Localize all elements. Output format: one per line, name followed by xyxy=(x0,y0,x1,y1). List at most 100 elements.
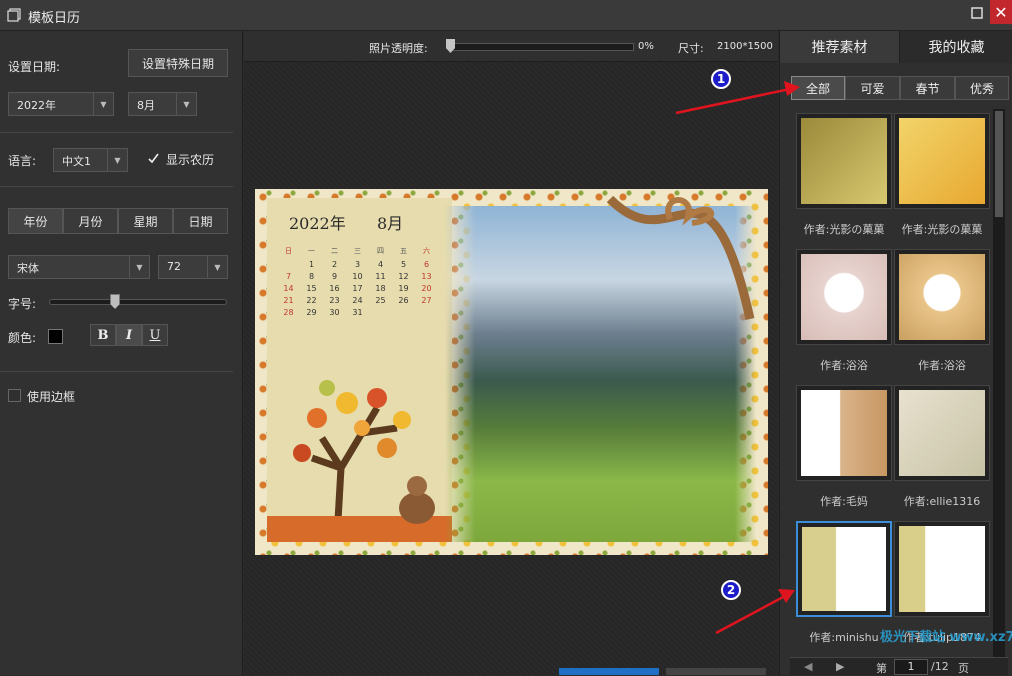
size-label: 字号: xyxy=(8,297,37,311)
special-date-button[interactable]: 设置特殊日期 xyxy=(128,49,228,77)
thumbnail-image xyxy=(801,254,887,340)
filter-cute[interactable]: 可爱 xyxy=(845,76,900,100)
preview-canvas[interactable]: 2022年 8月 日一二三四五六 1 2 3 4 5 6 7 8 9 10 11 12 13 14 15 16 1… xyxy=(244,62,778,675)
calendar-frame[interactable]: 2022年 8月 日一二三四五六 1 2 3 4 5 6 7 8 9 10 11 12 13 14 15 16 1… xyxy=(255,189,768,555)
app-icon xyxy=(7,8,21,22)
chevron-down-icon: ▼ xyxy=(129,256,149,278)
size-info-label: 尺寸: xyxy=(678,42,704,55)
calendar-year: 2022年 xyxy=(289,214,346,233)
border-checkbox[interactable] xyxy=(8,389,21,402)
calendar-day: 29 xyxy=(306,308,317,317)
template-thumbnail[interactable] xyxy=(796,249,892,345)
show-lunar-label: 显示农历 xyxy=(166,153,215,167)
thumbnail-author: 作者:浴浴 xyxy=(918,359,966,372)
template-thumbnail[interactable] xyxy=(894,113,990,209)
calendar-day: 16 xyxy=(329,284,340,293)
calendar-day: 25 xyxy=(375,296,386,305)
calendar-day: 10 xyxy=(352,272,363,281)
chevron-down-icon: ▼ xyxy=(107,149,127,171)
thumbnail-author: 作者:minishu xyxy=(809,631,879,644)
border-label: 使用边框 xyxy=(27,390,76,404)
size-slider-track[interactable] xyxy=(49,299,227,305)
language-value: 中文1 xyxy=(62,155,91,168)
pager-suffix: 页 xyxy=(958,662,969,675)
calendar-day: 3 xyxy=(354,260,361,269)
language-label: 语言: xyxy=(8,154,37,168)
calendar-day: 27 xyxy=(421,296,432,305)
filter-excellent[interactable]: 优秀 xyxy=(955,76,1009,100)
chevron-down-icon: ▼ xyxy=(93,93,113,115)
italic-button[interactable]: I xyxy=(116,324,142,346)
calendar-day: 14 xyxy=(283,284,294,293)
month-select[interactable]: 8月 ▼ xyxy=(128,92,197,116)
thumbnail-author: 作者:ellie1316 xyxy=(903,495,981,508)
thumbnail-author: 作者:光影の菓菓 xyxy=(803,223,885,236)
primary-action-button[interactable] xyxy=(559,668,659,675)
title-bar: 模板日历 ✕ xyxy=(0,0,1012,31)
calendar-day: 31 xyxy=(352,308,363,317)
year-select[interactable]: 2022年 ▼ xyxy=(8,92,114,116)
show-lunar-checkbox[interactable] xyxy=(147,152,160,165)
chevron-down-icon: ▼ xyxy=(207,256,227,278)
font-size-select[interactable]: 72 ▼ xyxy=(158,255,228,279)
ribbon-bow-illustration xyxy=(606,195,755,320)
chevron-down-icon: ▼ xyxy=(176,93,196,115)
next-page-icon[interactable]: ▶ xyxy=(836,660,844,673)
calendar-day: 2 xyxy=(331,260,338,269)
scrollbar-thumb[interactable] xyxy=(995,111,1003,217)
thumbnail-image xyxy=(802,527,886,611)
bold-button[interactable]: B xyxy=(90,324,116,346)
opacity-slider-track[interactable] xyxy=(448,43,634,51)
weekday-header: 四 xyxy=(377,247,384,255)
tab-favorites[interactable]: 我的收藏 xyxy=(899,31,1012,63)
tab-recommended[interactable]: 推荐素材 xyxy=(780,31,899,63)
filter-all[interactable]: 全部 xyxy=(791,76,845,100)
calendar-day: 1 xyxy=(308,260,315,269)
pager-total: /12 xyxy=(931,660,949,673)
secondary-action-button[interactable] xyxy=(666,668,766,675)
calendar-day: 11 xyxy=(375,272,386,281)
segment-day[interactable]: 日期 xyxy=(173,208,228,234)
calendar-month: 8月 xyxy=(377,214,404,233)
scrollbar-track[interactable] xyxy=(993,109,1005,665)
weekday-header: 一 xyxy=(308,247,315,255)
thumbnail-image xyxy=(899,526,985,612)
segment-year[interactable]: 年份 xyxy=(8,208,63,234)
checkmark-icon xyxy=(148,153,159,164)
template-thumbnail[interactable] xyxy=(796,521,892,617)
template-thumbnail[interactable] xyxy=(894,385,990,481)
thumbnail-author: 作者:光影の菓菓 xyxy=(901,223,983,236)
weekday-header: 日 xyxy=(285,247,292,255)
template-thumbnail[interactable] xyxy=(796,385,892,481)
page-input[interactable]: 1 xyxy=(894,659,928,675)
color-swatch[interactable] xyxy=(48,329,63,344)
calendar-day: 23 xyxy=(329,296,340,305)
underline-button[interactable]: U xyxy=(142,324,168,346)
thumbnail-author: 作者:浴浴 xyxy=(820,359,868,372)
calendar-day: 12 xyxy=(398,272,409,281)
maximize-button[interactable] xyxy=(966,2,988,24)
template-thumbnail[interactable] xyxy=(796,113,892,209)
font-value: 宋体 xyxy=(17,262,39,275)
calendar-day: 13 xyxy=(421,272,432,281)
weekday-header: 二 xyxy=(331,247,338,255)
template-thumbnail[interactable] xyxy=(894,249,990,345)
close-button[interactable]: ✕ xyxy=(990,0,1012,24)
template-thumbnail[interactable] xyxy=(894,521,990,617)
calendar-day: 21 xyxy=(283,296,294,305)
size-slider-handle[interactable] xyxy=(110,294,120,309)
pager-prefix: 第 xyxy=(876,662,887,675)
prev-page-icon[interactable]: ◀ xyxy=(804,660,812,673)
opacity-value: 0% xyxy=(638,41,654,52)
materials-panel: 推荐素材 我的收藏 全部 可爱 春节 优秀 作者:光影の菓菓 作者:光影の菓菓 作者… xyxy=(779,31,1012,675)
weekday-header: 五 xyxy=(400,247,407,255)
calendar-day: 30 xyxy=(329,308,340,317)
thumbnail-image xyxy=(899,390,985,476)
font-select[interactable]: 宋体 ▼ xyxy=(8,255,150,279)
calendar-day: 17 xyxy=(352,284,363,293)
calendar-day: 7 xyxy=(285,272,292,281)
segment-month[interactable]: 月份 xyxy=(63,208,118,234)
segment-weekday[interactable]: 星期 xyxy=(118,208,173,234)
filter-spring-festival[interactable]: 春节 xyxy=(900,76,955,100)
language-select[interactable]: 中文1 ▼ xyxy=(53,148,128,172)
